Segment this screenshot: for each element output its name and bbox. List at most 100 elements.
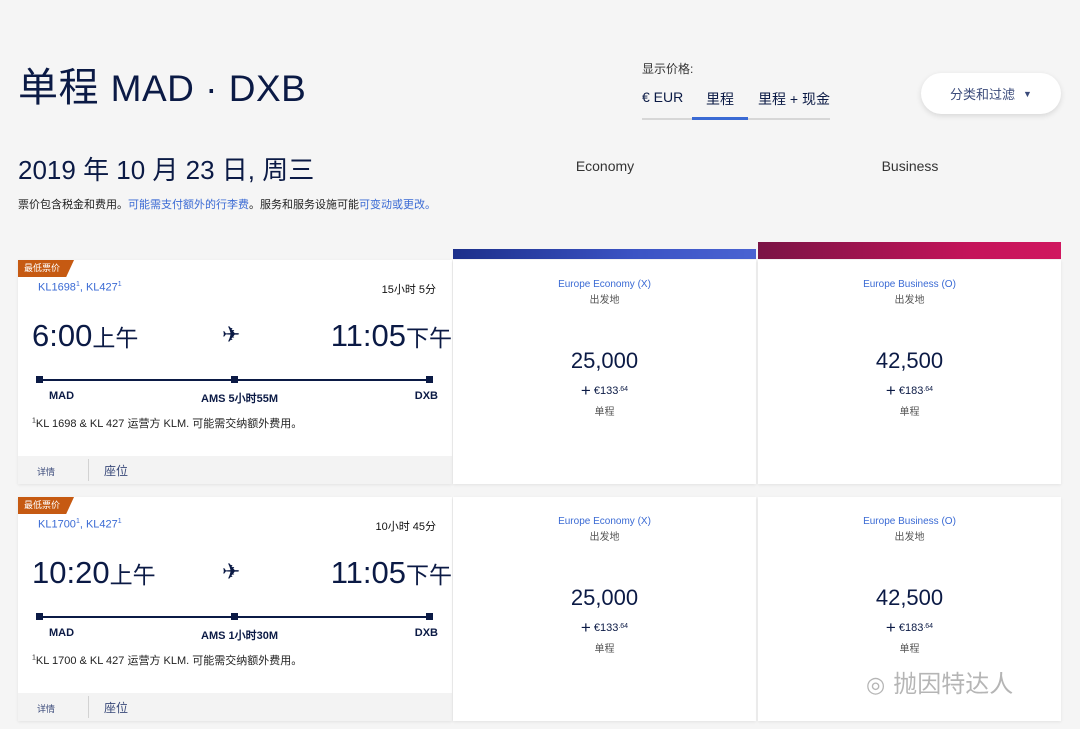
seats-link[interactable]: 座位 [104,462,128,479]
price-display-toggle: 显示价格: € EUR 里程 里程 + 现金 [642,60,830,120]
flight-card-footer: 详情 座位 [18,456,452,484]
departure-ampm: 上午 [92,325,139,351]
economy-column-header: Economy [575,158,635,174]
price-option-miles[interactable]: 里程 [692,83,748,120]
departure-clock: 10:20 [32,555,110,590]
divider [88,696,89,718]
connection-airport: AMS 5小时55M [201,393,279,405]
price-display-options: € EUR 里程 里程 + 现金 [642,83,830,120]
trip-type-label: 单程 [594,407,615,418]
cash-amount: €133 [593,385,619,397]
economy-fare-option[interactable]: Europe Economy (X) 出发地 25,000 + €133.64 单… [453,497,756,721]
plus-icon: + [580,381,591,400]
fare-note-text: 票价包含税金和费用。 [18,199,128,211]
baggage-fee-link[interactable]: 可能需支付额外的行李费 [128,199,249,211]
arrival-clock: 11:05 [330,555,406,590]
flight-number: KL427 [85,281,118,294]
flight-numbers[interactable]: KL17001, KL4271 [38,518,122,531]
operator-note-text: KL 1700 & KL 427 运营方 KLM. 可能需交纳额外费用。 [35,655,303,667]
price-option-miles-cash[interactable]: 里程 + 现金 [748,83,830,118]
cash-cents: .64 [923,623,934,630]
connection-airport: AMS 1小时30M [201,630,279,642]
cash-cents: .64 [618,386,629,393]
route-stop-marker [426,613,433,620]
flight-number: KL1698 [38,281,76,294]
miles-price: 25,000 [570,348,639,373]
route-stop-marker [426,376,433,383]
cash-price: + €133.64 [453,381,756,401]
operator-note: 1KL 1700 & KL 427 运营方 KLM. 可能需交纳额外费用。 [32,652,302,668]
price-option-eur[interactable]: € EUR [642,83,692,118]
departure-clock: 6:00 [32,318,93,353]
airplane-icon: ✈ [222,559,241,584]
economy-color-bar [453,249,756,259]
miles-price: 42,500 [875,348,944,373]
origin-airport: MAD [49,390,75,402]
cash-price: + €183.64 [758,381,1061,401]
cash-amount: €183 [898,622,924,634]
flight-card-footer: 详情 座位 [18,693,452,721]
trip-type: 单程 [18,66,99,110]
plus-icon: + [885,381,896,400]
operator-note: 1KL 1698 & KL 427 运营方 KLM. 可能需交纳额外费用。 [32,415,302,431]
fare-note: 票价包含税金和费用。可能需支付额外的行李费。服务和服务设施可能可变动或更改。 [18,196,436,212]
footnote-marker: 1 [117,281,122,288]
trip-type-label: 单程 [594,644,615,655]
business-column-header: Business [881,158,939,174]
economy-fare-option[interactable]: Europe Economy (X) 出发地 25,000 + €133.64 单… [453,260,756,484]
flight-number: KL427 [85,518,118,531]
departure-time: 10:20上午 [32,555,156,591]
arrival-time: 11:05下午 [331,318,452,354]
flight-card: 最低票价 KL16981, KL4271 15小时 5分 6:00上午 ✈ 11… [18,260,452,484]
page-title: 单程 MAD · DXB [18,55,306,113]
departure-ampm: 上午 [109,562,156,588]
arrival-time: 11:05下午 [331,555,452,591]
divider [88,459,89,481]
caret-down-icon: ▼ [1023,88,1032,99]
details-link[interactable]: 详情 [37,702,55,715]
watermark: ◎ 抛因特达人 [866,664,1013,699]
arrival-ampm: 下午 [406,562,452,588]
route-stop-marker [36,376,43,383]
plus-icon: + [580,618,591,637]
origin-label: 出发地 [589,532,620,543]
route: MAD · DXB [110,68,307,109]
footnote-marker: 1 [75,518,80,525]
cabin-name: Europe Economy (X) [558,516,651,527]
operator-note-text: KL 1698 & KL 427 运营方 KLM. 可能需交纳额外费用。 [35,418,303,430]
travel-date: 2019 年 10 月 23 日, 周三 [18,155,315,185]
arrival-clock: 11:05 [330,318,406,353]
flight-number: KL1700 [38,518,76,531]
cash-cents: .64 [923,386,934,393]
business-fare-option[interactable]: Europe Business (O) 出发地 42,500 + €183.64 … [758,260,1061,484]
sort-filter-button[interactable]: 分类和过滤 ▼ [921,73,1061,114]
details-link[interactable]: 详情 [37,465,55,478]
service-change-link[interactable]: 可变动或更改。 [359,199,436,211]
flight-duration: 10小时 45分 [375,521,436,533]
watermark-text: 抛因特达人 [893,671,1014,698]
route-stop-marker [231,613,238,620]
destination-airport: DXB [414,390,438,402]
origin-label: 出发地 [894,295,925,306]
flight-duration: 15小时 5分 [381,284,436,296]
price-display-label: 显示价格: [642,62,694,76]
origin-airport: MAD [49,627,75,639]
cabin-name: Europe Business (O) [863,279,956,290]
origin-label: 出发地 [589,295,620,306]
departure-time: 6:00上午 [32,318,138,354]
cash-cents: .64 [618,623,629,630]
miles-price: 42,500 [875,585,944,610]
cash-price: + €183.64 [758,618,1061,638]
flight-numbers[interactable]: KL16981, KL4271 [38,281,122,294]
route-stop-marker [36,613,43,620]
miles-price: 25,000 [570,585,639,610]
origin-label: 出发地 [894,532,925,543]
route-stop-marker [231,376,238,383]
sort-filter-label: 分类和过滤 [950,87,1016,102]
cash-amount: €183 [898,385,924,397]
wechat-icon: ◎ [866,672,886,697]
seats-link[interactable]: 座位 [104,699,128,716]
footnote-marker: 1 [75,281,80,288]
footnote-marker: 1 [117,518,122,525]
lowest-fare-badge: 最低票价 [18,260,75,277]
